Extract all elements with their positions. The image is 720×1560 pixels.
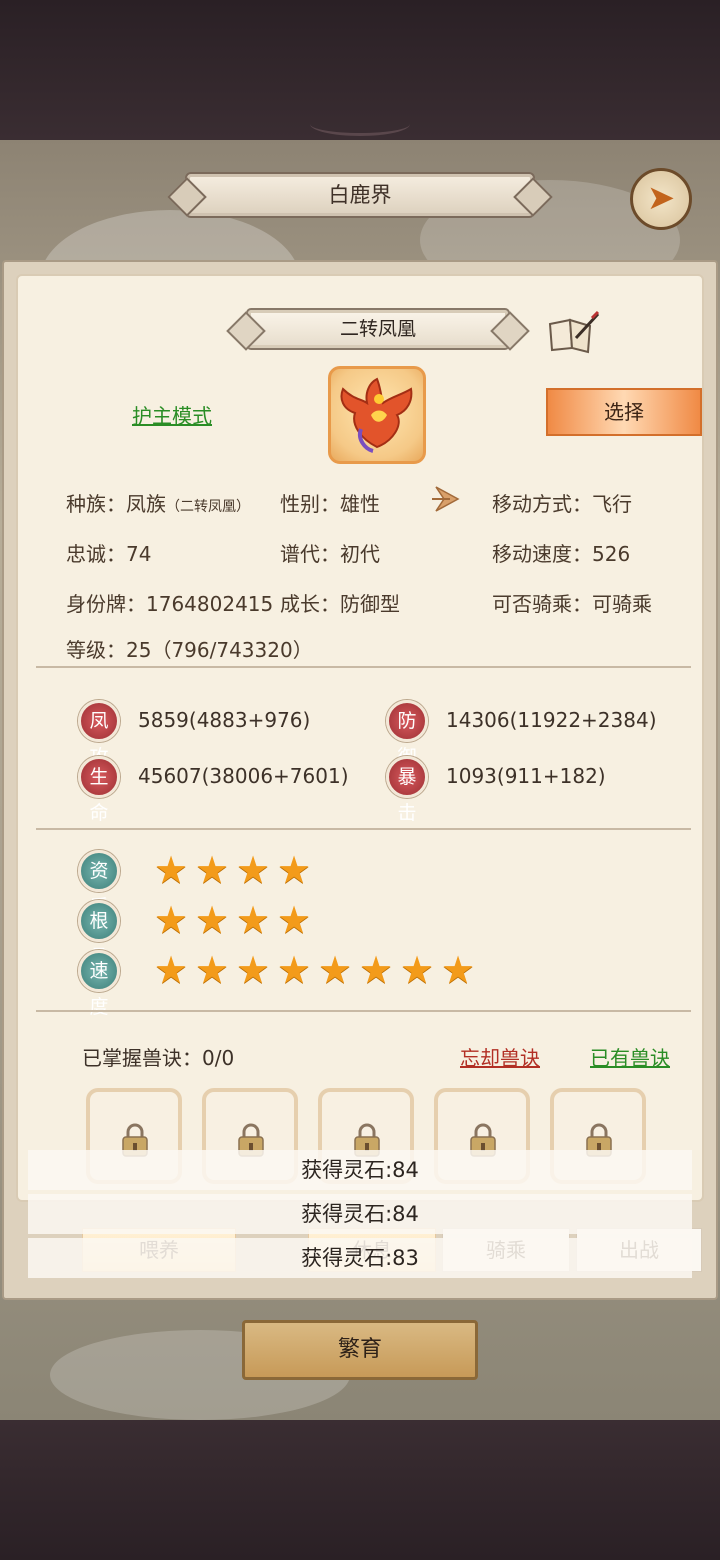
owned-skills-link[interactable]: 已有兽诀 [590,1042,670,1071]
star-icon: ★ [400,948,435,992]
level-info: 等级：25（796/743320） [66,638,313,662]
generation-info: 谱代：初代 [280,542,380,566]
divider [36,666,691,668]
star-icon: ★ [441,948,476,992]
speed-badge: 速度 [78,950,120,1018]
bone-stars: ★ ★ ★ ★ [154,898,314,942]
star-icon: ★ [195,848,230,892]
speed-stars: ★ ★ ★ ★ ★ ★ ★ ★ [154,948,478,992]
gender-info: 性别：雄性 [280,492,380,516]
defense-value: 14306(11922+2384) [446,708,657,732]
star-icon: ★ [318,948,353,992]
bone-badge: 根骨 [78,900,120,968]
reward-toast: 获得灵石:84 [28,1194,692,1234]
crit-badge: 暴击 [386,756,428,824]
aptitude-stars: ★ ★ ★ ★ [154,848,314,892]
rideable-info: 可否骑乘：可骑乘 [492,592,652,616]
star-icon: ★ [154,848,189,892]
race-info: 种族：凤族（二转凤凰） [66,492,250,516]
star-icon: ★ [277,898,312,942]
phoenix-icon [340,377,413,453]
star-icon: ★ [236,848,271,892]
pet-name-plaque: 二转凤凰 [246,308,510,350]
crit-value: 1093(911+182) [446,764,606,788]
attack-value: 5859(4883+976) [138,708,311,732]
top-bar [0,0,720,140]
star-icon: ★ [359,948,394,992]
arrow-right-icon[interactable] [430,481,466,517]
star-icon: ★ [195,898,230,942]
star-icon: ★ [195,948,230,992]
attack-badge: 凤攻 [78,700,120,768]
move-type-info: 移动方式：飞行 [492,492,632,516]
reward-toast: 获得灵石:83 [28,1238,692,1278]
aptitude-badge: 资质 [78,850,120,918]
divider [36,828,691,830]
forget-skill-link[interactable]: 忘却兽诀 [460,1042,540,1071]
star-icon: ★ [236,948,271,992]
back-button[interactable]: ➤ [630,168,692,230]
top-ornament [310,112,410,136]
star-icon: ★ [154,948,189,992]
defense-badge: 防御 [386,700,428,768]
reward-toast: 获得灵石:84 [28,1150,692,1190]
bottom-bar [0,1420,720,1560]
id-tag-info: 身份牌：1764802415 [66,592,274,616]
back-arrow-icon: ➤ [646,178,676,218]
star-icon: ★ [236,898,271,942]
pet-portrait [328,366,426,464]
select-button[interactable]: 选择 [546,388,702,436]
skills-mastered: 已掌握兽诀：0/0 [82,1046,235,1070]
divider [36,1010,691,1012]
loyalty-info: 忠诚：74 [66,542,152,566]
star-icon: ★ [277,848,312,892]
scene-title: 白鹿界 [185,172,535,218]
pet-detail-panel: 二转凤凰 护主模式 选择 种族：凤族（二转凤凰） 性别：雄性 移动方式：飞行 忠… [2,260,718,1300]
move-speed-info: 移动速度：526 [492,542,631,566]
star-icon: ★ [277,948,312,992]
hp-value: 45607(38006+7601) [138,764,349,788]
hp-badge: 生命 [78,756,120,824]
star-icon: ★ [154,898,189,942]
guard-mode-link[interactable]: 护主模式 [132,400,212,429]
breed-button[interactable]: 繁育 [242,1320,478,1380]
pet-detail-content: 二转凤凰 护主模式 选择 种族：凤族（二转凤凰） 性别：雄性 移动方式：飞行 忠… [16,274,704,1202]
growth-info: 成长：防御型 [280,592,400,616]
book-quill-icon[interactable] [546,310,600,354]
